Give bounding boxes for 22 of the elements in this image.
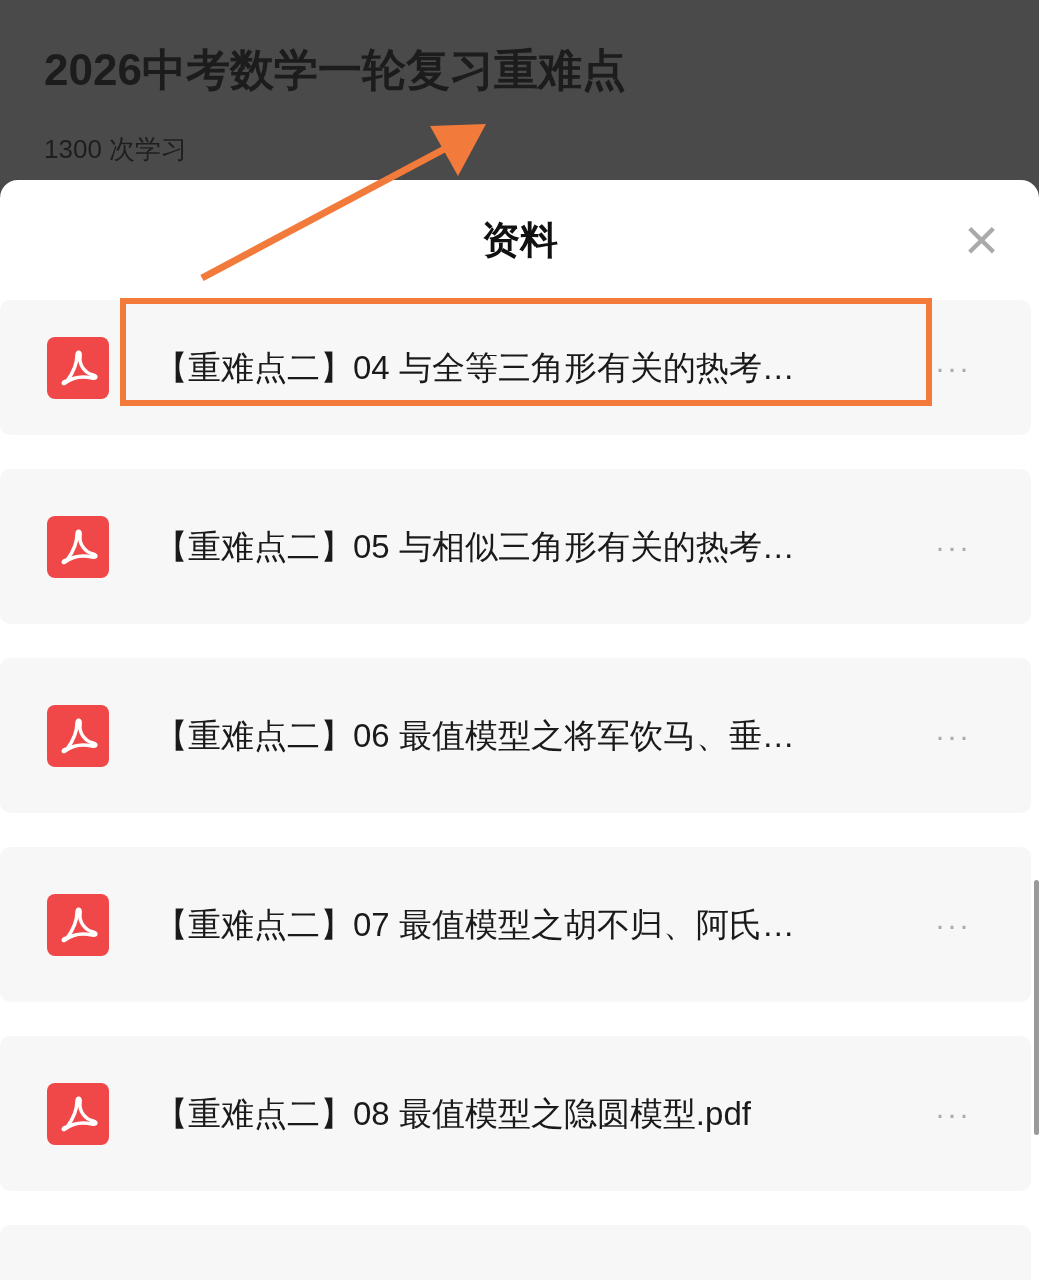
file-row[interactable]: 【重难点二】07 最值模型之胡不归、阿氏… ···	[0, 847, 1031, 1002]
file-row[interactable]: 【重难点二】05 与相似三角形有关的热考… ···	[0, 469, 1031, 624]
file-row[interactable]: 【重难点二】08 最值模型之隐圆模型.pdf ···	[0, 1036, 1031, 1191]
pdf-icon	[47, 893, 109, 956]
pdf-icon	[47, 336, 109, 399]
more-icon[interactable]: ···	[935, 713, 971, 758]
more-icon[interactable]: ···	[935, 524, 971, 569]
file-name: 【重难点二】06 最值模型之将军饮马、垂…	[155, 716, 795, 754]
more-icon[interactable]: ···	[935, 902, 971, 947]
close-button[interactable]: ×	[963, 210, 999, 270]
file-name: 【重难点二】04 与全等三角形有关的热考…	[155, 348, 795, 386]
more-icon[interactable]: ···	[935, 1091, 971, 1136]
file-row[interactable]: 【重难点二】06 最值模型之将军饮马、垂… ···	[0, 658, 1031, 813]
file-name: 【重难点二】07 最值模型之胡不归、阿氏…	[155, 905, 795, 943]
more-icon[interactable]: ···	[935, 345, 971, 390]
file-row[interactable]: 【重难点二】04 与全等三角形有关的热考… ···	[0, 300, 1031, 435]
pdf-icon	[47, 1082, 109, 1145]
file-name: 【重难点二】08 最值模型之隐圆模型.pdf	[155, 1094, 751, 1132]
pdf-icon	[47, 515, 109, 578]
file-name: 【重难点二】05 与相似三角形有关的热考…	[155, 527, 795, 565]
pdf-icon	[47, 704, 109, 767]
sheet-title: 资料	[481, 217, 558, 263]
